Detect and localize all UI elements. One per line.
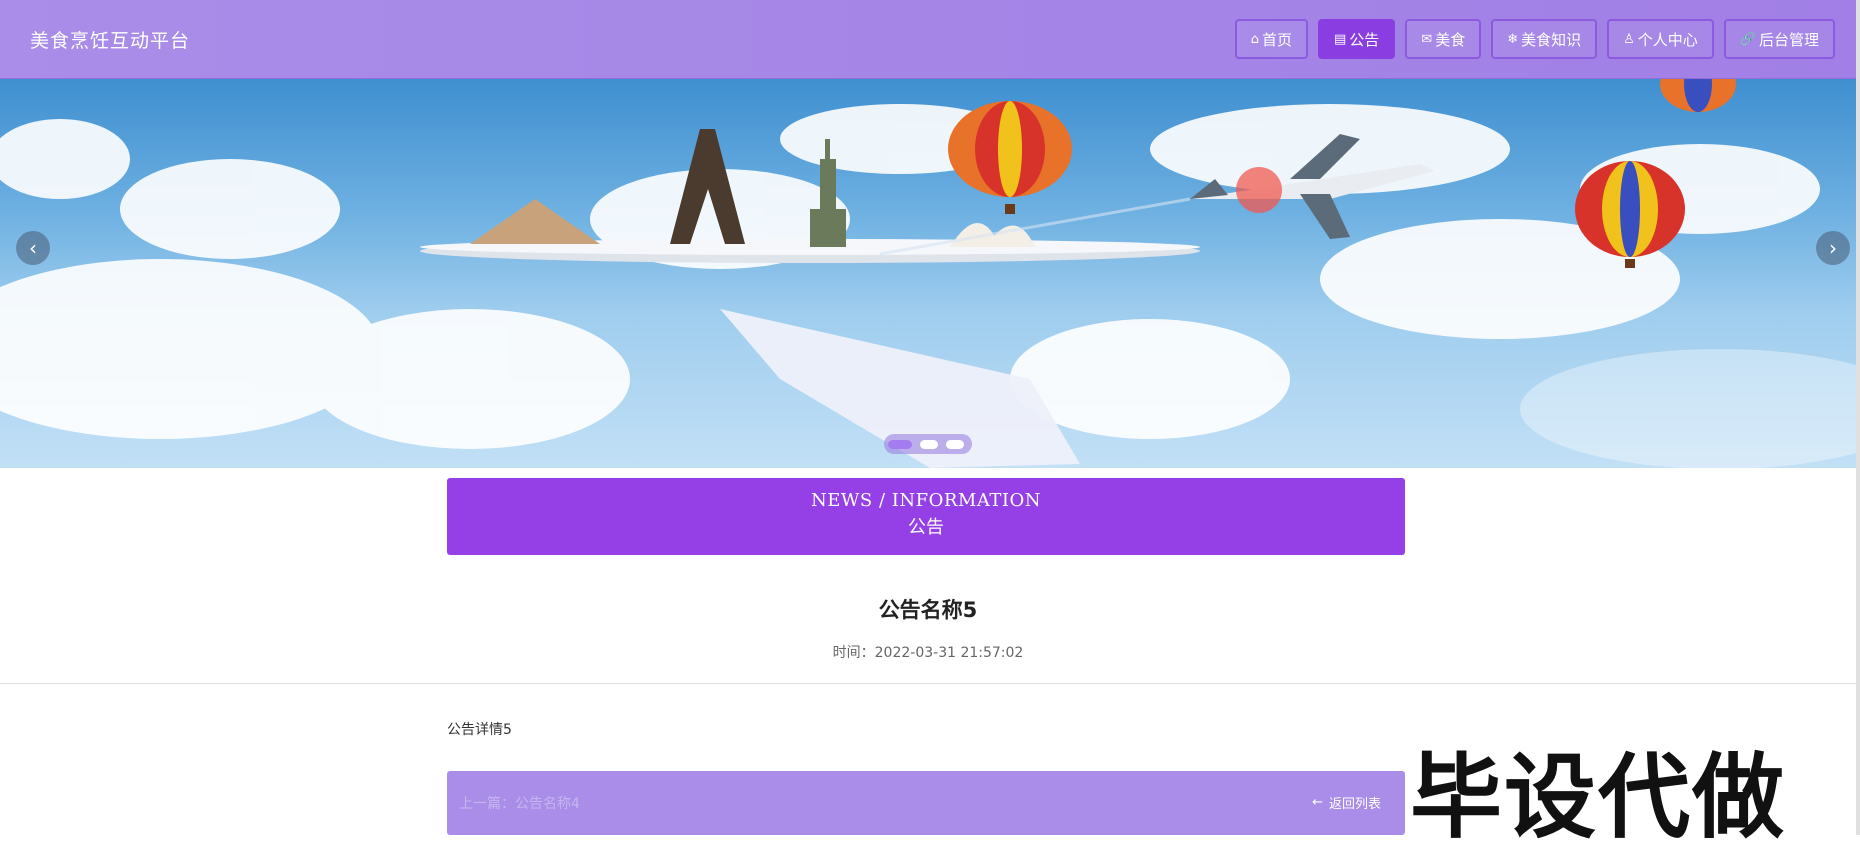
balloon-3 <box>1660 79 1736 112</box>
nav-profile-label: 个人中心 <box>1637 30 1698 49</box>
banner-carousel[interactable]: ‹ › <box>0 79 1856 468</box>
scrollbar-track[interactable] <box>1856 0 1860 835</box>
user-icon: ♙ <box>1623 31 1635 47</box>
news-chinese-title: 公告 <box>908 517 944 538</box>
time-value: 2022-03-31 21:57:02 <box>874 645 1024 661</box>
nav-food-button[interactable]: ✉ 美食 <box>1405 19 1482 59</box>
nav-knowledge-button[interactable]: ❄ 美食知识 <box>1491 19 1598 59</box>
banner-image <box>0 79 1856 468</box>
nav-profile-button[interactable]: ♙ 个人中心 <box>1607 19 1714 59</box>
nav-home-label: 首页 <box>1261 30 1292 49</box>
arrow-left-icon: ← <box>1312 795 1323 810</box>
prev-article-link[interactable]: 上一篇：公告名称4 <box>459 793 580 813</box>
home-icon: ⌂ <box>1250 31 1259 47</box>
back-to-list-label: 返回列表 <box>1328 797 1381 812</box>
snowflake-icon: ❄ <box>1507 31 1519 47</box>
mail-icon: ✉ <box>1421 31 1433 47</box>
carousel-indicators <box>884 434 972 454</box>
link-icon: 🔗 <box>1739 31 1756 47</box>
article-time: 时间：2022-03-31 21:57:02 <box>0 642 1856 662</box>
nav-home-button[interactable]: ⌂ 首页 <box>1234 19 1308 59</box>
watermark-text: 毕设代做 <box>1410 744 1787 851</box>
cursor-indicator <box>1236 167 1282 213</box>
banner-prev-button[interactable]: ‹ <box>16 231 50 265</box>
carousel-dot-3[interactable] <box>946 439 964 449</box>
news-section-header: NEWS / INFORMATION 公告 <box>447 478 1405 555</box>
time-label: 时间： <box>832 645 875 661</box>
divider <box>0 683 1856 684</box>
nav-food-label: 美食 <box>1435 30 1466 49</box>
nav-knowledge-label: 美食知识 <box>1521 30 1582 49</box>
nav-notice-button[interactable]: ▤ 公告 <box>1317 19 1396 59</box>
balloon-1 <box>948 101 1072 214</box>
banner-next-button[interactable]: › <box>1816 231 1850 265</box>
notice-icon: ▤ <box>1333 31 1347 47</box>
pyramid <box>470 199 600 244</box>
nav-admin-button[interactable]: 🔗 后台管理 <box>1723 19 1835 59</box>
back-to-list-button[interactable]: ← 返回列表 <box>1312 793 1381 812</box>
article-body: 公告详情5 <box>447 722 512 738</box>
news-english-title: NEWS / INFORMATION <box>811 490 1041 511</box>
article-footer-bar: 上一篇：公告名称4 ← 返回列表 <box>447 771 1405 835</box>
carousel-dot-1[interactable] <box>888 439 912 449</box>
main-nav: ⌂ 首页 ▤ 公告 ✉ 美食 ❄ 美食知识 ♙ 个人中心 🔗 后台管理 <box>1234 19 1835 59</box>
article-title: 公告名称5 <box>878 598 978 622</box>
nav-admin-label: 后台管理 <box>1758 30 1819 49</box>
carousel-dot-2[interactable] <box>920 439 938 449</box>
top-navbar: 美食烹饪互动平台 ⌂ 首页 ▤ 公告 ✉ 美食 ❄ 美食知识 ♙ 个人中心 🔗 … <box>0 0 1860 79</box>
nav-notice-label: 公告 <box>1349 30 1380 49</box>
site-brand[interactable]: 美食烹饪互动平台 <box>30 26 190 53</box>
